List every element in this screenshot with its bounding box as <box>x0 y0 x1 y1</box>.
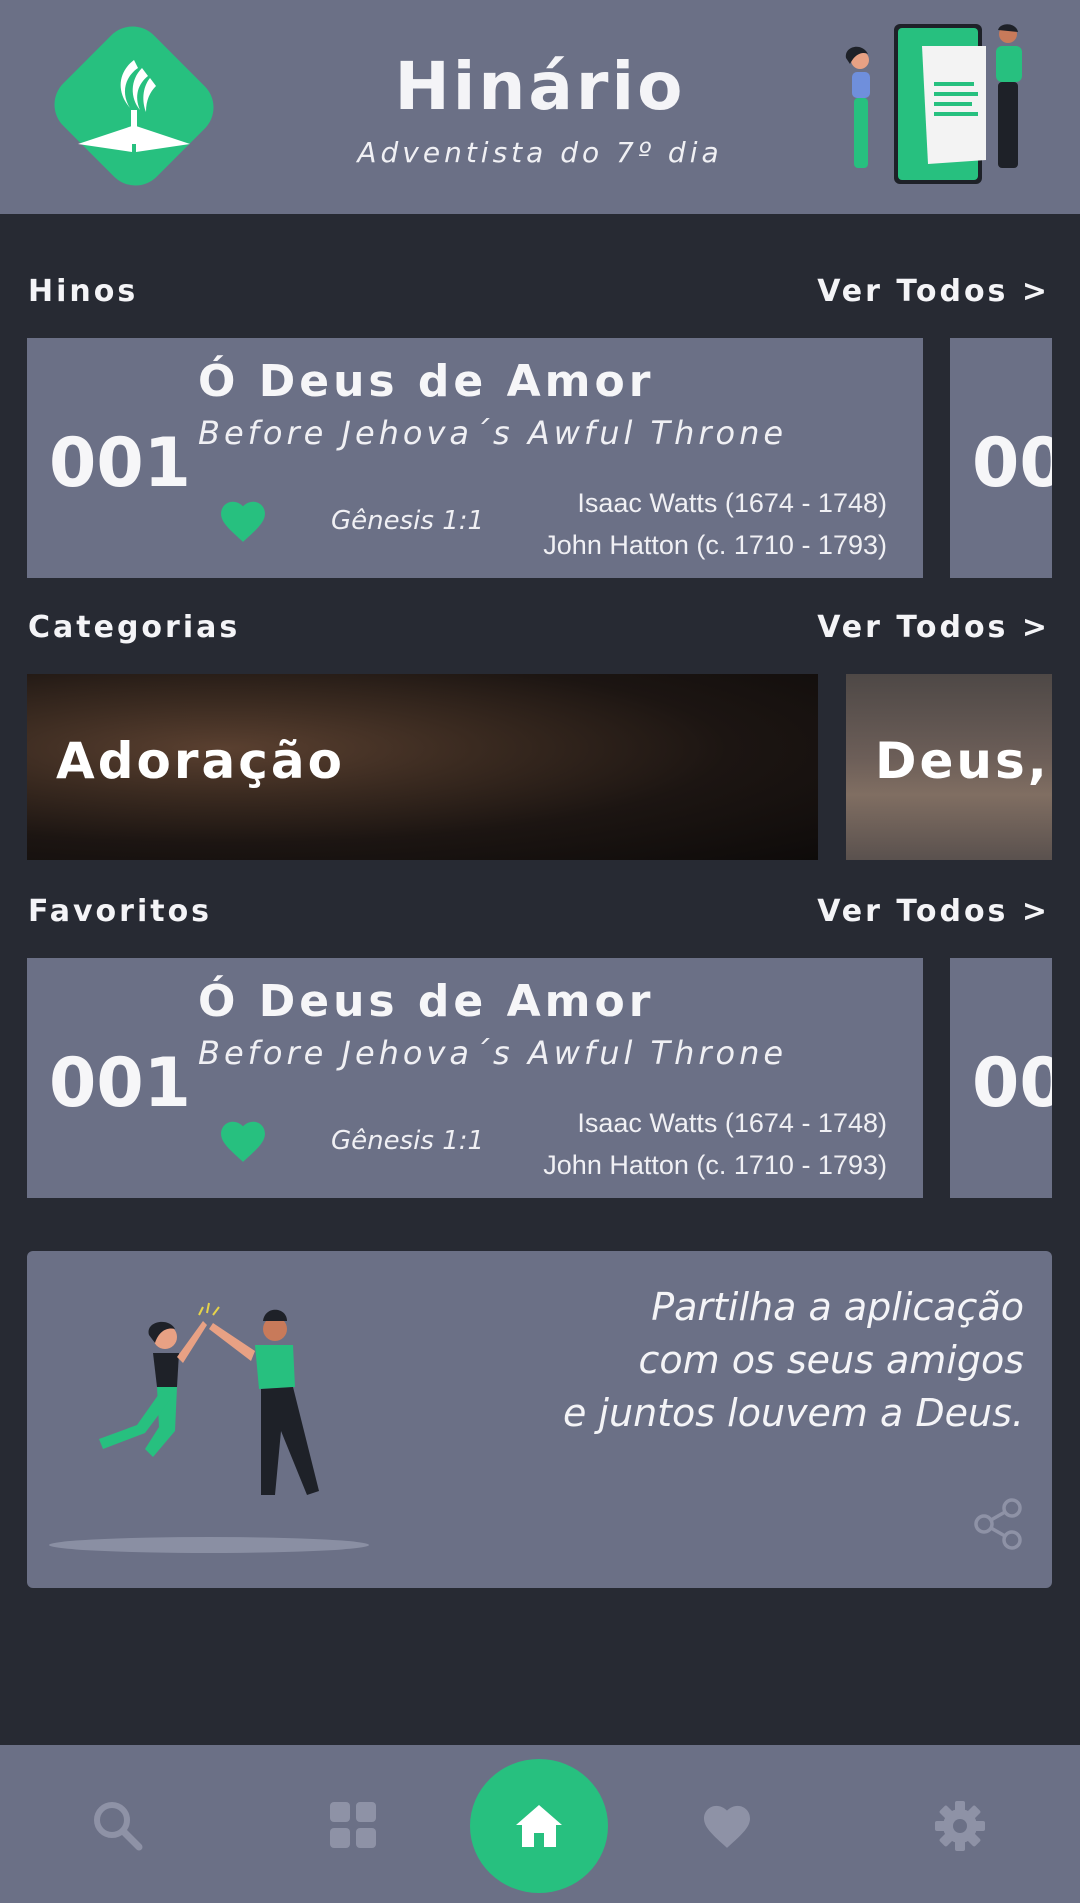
see-all-categories-link[interactable]: Ver Todos > <box>817 610 1050 645</box>
app-header: Hinário Adventista do 7º dia <box>0 0 1080 214</box>
share-app-card: Partilha a aplicação com os seus amigos … <box>27 1251 1052 1588</box>
hymn-card-next[interactable]: 00 <box>950 338 1052 578</box>
hymn-original-title: Before Jehova´s Awful Throne <box>198 1034 788 1072</box>
grid-icon[interactable] <box>330 1802 376 1848</box>
hymn-number: 00 <box>972 424 1052 503</box>
section-title-hymns: Hinos <box>28 274 139 309</box>
hymn-author-music: John Hatton (c. 1710 - 1793) <box>543 1150 887 1180</box>
friends-high-five-illustration-icon <box>49 1302 369 1553</box>
hymn-title: Ó Deus de Amor <box>198 356 655 407</box>
hymn-bible-reference: Gênesis 1:1 <box>331 1126 485 1156</box>
gear-icon[interactable] <box>934 1800 986 1852</box>
share-icon[interactable] <box>970 1496 1026 1552</box>
see-all-hymns-link[interactable]: Ver Todos > <box>817 274 1050 309</box>
home-icon <box>516 1805 562 1847</box>
search-icon[interactable] <box>90 1798 144 1852</box>
heart-icon[interactable] <box>217 1118 269 1164</box>
see-all-favorites-link[interactable]: Ver Todos > <box>817 894 1050 929</box>
favorite-hymn-card-next[interactable]: 00 <box>950 958 1052 1198</box>
category-label: Deus, <box>875 732 1050 790</box>
share-message-line: e juntos louvem a Deus. <box>562 1391 1024 1435</box>
category-card-next[interactable]: Deus, <box>846 674 1052 860</box>
heart-icon[interactable] <box>217 498 269 544</box>
hymn-author-lyrics: Isaac Watts (1674 - 1748) <box>577 1108 887 1138</box>
hymn-bible-reference: Gênesis 1:1 <box>331 506 485 536</box>
hymn-number: 00 <box>972 1044 1052 1123</box>
section-title-categories: Categorias <box>28 610 241 645</box>
category-label: Adoração <box>56 732 345 790</box>
share-message-line: Partilha a aplicação <box>651 1285 1024 1329</box>
share-message: Partilha a aplicação com os seus amigos … <box>563 1281 1024 1440</box>
hymn-author-music: John Hatton (c. 1710 - 1793) <box>543 530 887 560</box>
heart-icon[interactable] <box>700 1803 754 1849</box>
hymn-author-lyrics: Isaac Watts (1674 - 1748) <box>577 488 887 518</box>
hymn-card[interactable]: 001 Ó Deus de Amor Before Jehova´s Awful… <box>27 338 923 578</box>
hymn-number: 001 <box>49 424 191 503</box>
category-card-worship[interactable]: Adoração <box>27 674 818 860</box>
section-title-favorites: Favoritos <box>28 894 213 929</box>
hymn-title: Ó Deus de Amor <box>198 976 655 1027</box>
home-button[interactable] <box>470 1759 608 1893</box>
people-with-hymnal-illustration-icon <box>845 24 1022 184</box>
share-message-line: com os seus amigos <box>638 1338 1024 1382</box>
hymn-number: 001 <box>49 1044 191 1123</box>
hymn-original-title: Before Jehova´s Awful Throne <box>198 414 788 452</box>
favorite-hymn-card[interactable]: 001 Ó Deus de Amor Before Jehova´s Awful… <box>27 958 923 1198</box>
